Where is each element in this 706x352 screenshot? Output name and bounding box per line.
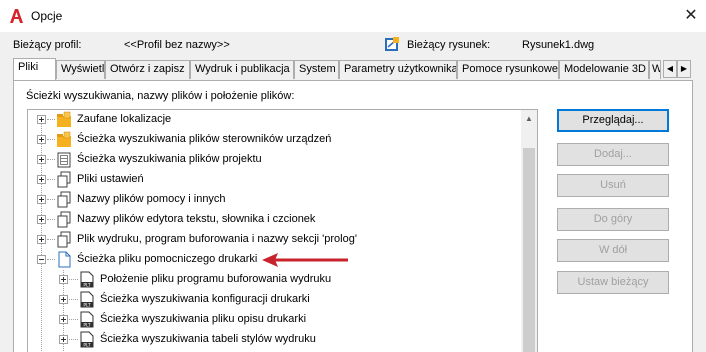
- tab-wyswietl[interactable]: Wyświetl: [56, 60, 105, 79]
- files-stack-icon: [57, 211, 71, 228]
- expand-icon[interactable]: [37, 215, 46, 224]
- folder-lock-icon: [57, 111, 71, 127]
- tab-strip: Pliki Wyświetl Otwórz i zapisz Wydruk i …: [13, 58, 693, 80]
- tab-system[interactable]: System: [294, 60, 339, 79]
- tab-overflow[interactable]: W: [649, 60, 661, 79]
- expand-icon[interactable]: [59, 335, 68, 344]
- svg-text:PLT: PLT: [83, 342, 91, 348]
- tree-connector: [69, 299, 78, 300]
- tree-item-label: Zaufane lokalizacje: [77, 113, 172, 125]
- title-bar: Opcje ✕: [0, 0, 706, 32]
- tree-item-label: Ścieżka wyszukiwania plików sterowników …: [77, 133, 332, 145]
- files-stack-icon: [57, 191, 71, 208]
- expand-icon[interactable]: [59, 295, 68, 304]
- tab-modelowanie-3d[interactable]: Modelowanie 3D: [559, 60, 649, 79]
- collapse-icon[interactable]: [37, 255, 46, 264]
- tab-parametry-uzytkownika[interactable]: Parametry użytkownika: [339, 60, 457, 79]
- add-button[interactable]: Dodaj...: [557, 143, 669, 166]
- tree-connector: [47, 239, 55, 240]
- document-icon: [58, 251, 71, 268]
- tab-otworz-i-zapisz[interactable]: Otwórz i zapisz: [105, 60, 190, 79]
- tree-item-pomoc[interactable]: Nazwy plików pomocy i innych: [28, 190, 523, 210]
- move-down-button[interactable]: W dół: [557, 239, 669, 262]
- autocad-logo-icon: [10, 9, 23, 23]
- tree-item-label: Nazwy plików pomocy i innych: [77, 193, 226, 205]
- expand-icon[interactable]: [37, 175, 46, 184]
- tree-item-opis-drukarki[interactable]: PLT Ścieżka wyszukiwania pliku opisu dru…: [28, 310, 523, 330]
- plt-file-icon: PLT: [80, 291, 94, 308]
- tree-connector: [69, 279, 78, 280]
- tab-wydruk-i-publikacja[interactable]: Wydruk i publikacja: [190, 60, 294, 79]
- project-files-icon: [57, 152, 71, 168]
- tree-scrollbar[interactable]: ▲: [521, 110, 537, 352]
- tab-scroll-right-icon[interactable]: ▶: [677, 60, 691, 78]
- tree-item-label: Ścieżka wyszukiwania konfiguracji drukar…: [100, 293, 310, 305]
- tree-item-zaufane-lokalizacje[interactable]: Zaufane lokalizacje: [28, 110, 523, 130]
- current-profile-label: Bieżący profil:: [13, 39, 82, 51]
- tree-connector: [69, 319, 78, 320]
- red-arrow-icon: [262, 253, 348, 267]
- window-title: Opcje: [31, 9, 63, 23]
- current-profile-value: <<Profil bez nazwy>>: [124, 39, 230, 51]
- tree-item-label: Nazwy plików edytora tekstu, słownika i …: [77, 213, 316, 225]
- tab-pliki[interactable]: Pliki: [13, 58, 56, 80]
- svg-text:PLT: PLT: [83, 282, 91, 288]
- tab-scroll-left-icon[interactable]: ◀: [663, 60, 677, 78]
- expand-icon[interactable]: [37, 195, 46, 204]
- folder-lock-icon: [57, 131, 71, 147]
- current-drawing-label: Bieżący rysunek:: [407, 39, 491, 51]
- tree-item-label: Ścieżka wyszukiwania pliku opisu drukark…: [100, 313, 307, 325]
- files-stack-icon: [57, 171, 71, 188]
- tree-connector: [47, 199, 55, 200]
- tree-item-projekt[interactable]: Ścieżka wyszukiwania plików projektu: [28, 150, 523, 170]
- scroll-thumb[interactable]: [523, 148, 535, 352]
- tree-connector: [47, 159, 55, 160]
- scroll-up-arrow-icon[interactable]: ▲: [521, 110, 537, 127]
- svg-text:PLT: PLT: [83, 322, 91, 328]
- tree-item-label: Pliki ustawień: [77, 173, 144, 185]
- tree-item-edytor[interactable]: Nazwy plików edytora tekstu, słownika i …: [28, 210, 523, 230]
- tree-item-bufor-wydruku[interactable]: PLT Położenie pliku programu buforowania…: [28, 270, 523, 290]
- expand-icon[interactable]: [37, 155, 46, 164]
- current-drawing-value: Rysunek1.dwg: [522, 39, 595, 51]
- set-current-button[interactable]: Ustaw bieżący: [557, 271, 669, 294]
- files-stack-icon: [57, 231, 71, 248]
- close-button[interactable]: ✕: [676, 4, 706, 28]
- drawing-icon: [385, 37, 399, 51]
- section-label: Ścieżki wyszukiwania, nazwy plików i poł…: [26, 90, 295, 102]
- plt-file-icon: PLT: [80, 331, 94, 348]
- tree-item-style-wydruku[interactable]: PLT Ścieżka wyszukiwania tabeli stylów w…: [28, 330, 523, 350]
- expand-icon[interactable]: [59, 315, 68, 324]
- plt-file-icon: PLT: [80, 271, 94, 288]
- tree-connector: [69, 339, 78, 340]
- tree-connector: [47, 179, 55, 180]
- tree-item-label: Ścieżka wyszukiwania tabeli stylów wydru…: [100, 333, 316, 345]
- expand-icon[interactable]: [37, 135, 46, 144]
- tree-item-pliki-ustawien[interactable]: Pliki ustawień: [28, 170, 523, 190]
- tree-item-sterowniki[interactable]: Ścieżka wyszukiwania plików sterowników …: [28, 130, 523, 150]
- expand-icon[interactable]: [59, 275, 68, 284]
- tree-connector: [47, 119, 55, 120]
- tree-item-label: Ścieżka pliku pomocniczego drukarki: [77, 253, 258, 265]
- tree-item-label: Plik wydruku, program buforowania i nazw…: [77, 233, 357, 245]
- remove-button[interactable]: Usuń: [557, 174, 669, 197]
- tree-item-konfiguracja-drukarki[interactable]: PLT Ścieżka wyszukiwania konfiguracji dr…: [28, 290, 523, 310]
- tree-connector: [47, 259, 55, 260]
- browse-button[interactable]: Przeglądaj...: [557, 109, 669, 132]
- tree-item-wydruk[interactable]: Plik wydruku, program buforowania i nazw…: [28, 230, 523, 250]
- tree-connector: [47, 219, 55, 220]
- search-path-tree[interactable]: Zaufane lokalizacje Ścieżka wyszukiwania…: [27, 109, 538, 352]
- tree-connector: [47, 139, 55, 140]
- expand-icon[interactable]: [37, 115, 46, 124]
- tab-pomoce-rysunkowe[interactable]: Pomoce rysunkowe: [457, 60, 559, 79]
- tree-item-label: Ścieżka wyszukiwania plików projektu: [77, 153, 262, 165]
- plt-file-icon: PLT: [80, 311, 94, 328]
- svg-text:PLT: PLT: [83, 302, 91, 308]
- move-up-button[interactable]: Do góry: [557, 208, 669, 231]
- expand-icon[interactable]: [37, 235, 46, 244]
- tree-item-label: Położenie pliku programu buforowania wyd…: [100, 273, 332, 285]
